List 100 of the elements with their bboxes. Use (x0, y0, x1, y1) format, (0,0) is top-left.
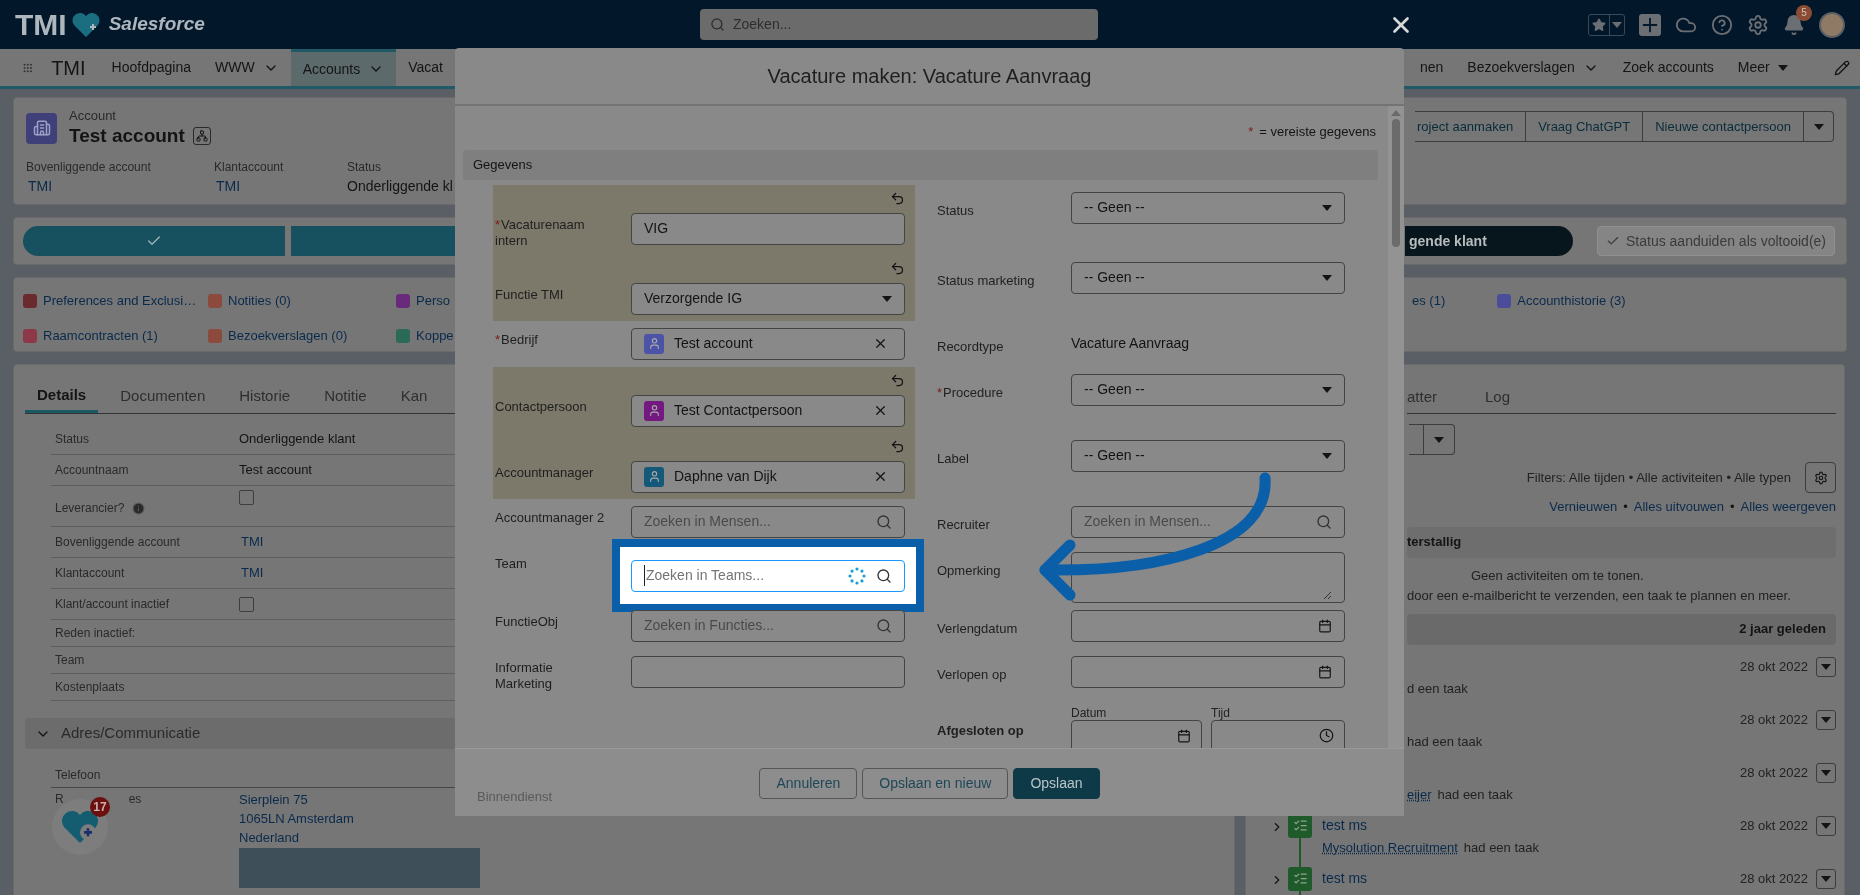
footer-button[interactable]: Opslaan (1013, 768, 1100, 799)
select-field[interactable]: -- Geen -- (1071, 373, 1345, 406)
action-button[interactable]: Nieuwe contactpersoon (1643, 111, 1804, 142)
action-link[interactable]: Alles weergeven (1740, 497, 1836, 517)
search-field[interactable]: Zoeken in Mensen... (631, 505, 905, 538)
person-link[interactable]: Mysolution Recruitment (1322, 837, 1458, 857)
nav-tab[interactable]: WWW (203, 49, 291, 86)
select-field[interactable]: Verzorgende IG (631, 282, 905, 315)
undo-icon[interactable] (890, 438, 905, 454)
empty-message: door een e-mailbericht te verzenden, een taak te plannen en meer. (1407, 586, 1792, 605)
tab[interactable]: Historie (227, 380, 303, 413)
field-link[interactable]: TMI (26, 176, 214, 197)
more-actions-button[interactable] (1804, 111, 1834, 142)
input-field[interactable]: VIG (631, 212, 905, 245)
undo-icon[interactable] (890, 372, 905, 388)
address-link[interactable]: Nederland (239, 828, 480, 847)
help-icon[interactable] (1711, 13, 1733, 36)
footer-button[interactable]: Opslaan en nieuw (862, 768, 1009, 799)
lookup-field[interactable]: Test account (631, 327, 905, 360)
nav-tab[interactable]: nen (1408, 49, 1456, 86)
hierarchy-icon[interactable] (192, 127, 211, 146)
nav-tab[interactable]: Meer (1725, 49, 1800, 86)
person-link[interactable]: eijer (1407, 784, 1432, 804)
related-list-link[interactable]: Bezoekverslagen (0) (228, 325, 348, 346)
field-link[interactable]: TMI (214, 176, 347, 197)
related-list-link[interactable]: Accounthistorie (3) (1517, 291, 1626, 311)
date-field[interactable] (1071, 655, 1345, 688)
task-link[interactable]: test ms (1322, 868, 1368, 889)
lookup-field[interactable]: Daphne van Dijk (631, 460, 905, 493)
nav-tab[interactable]: Hoofdpagina (99, 49, 203, 86)
select-field[interactable]: -- Geen -- (1071, 261, 1345, 294)
mark-complete-button[interactable]: Status aanduiden als voltooid(e) (1597, 226, 1835, 256)
checkbox[interactable] (239, 490, 254, 505)
checkbox[interactable] (239, 596, 254, 612)
search-field[interactable]: Zoeken in Functies... (631, 609, 905, 642)
nav-tab[interactable]: Zoek accounts (1610, 49, 1726, 86)
related-list-link[interactable]: es (1) (1412, 291, 1446, 311)
address-link[interactable]: 1065LN Amsterdam (239, 809, 480, 828)
clear-icon[interactable] (873, 403, 888, 418)
current-stage-button[interactable]: gende klant (1405, 226, 1573, 256)
record-title: Test account (69, 124, 185, 148)
heart-plus-icon (60, 809, 100, 845)
favorites-button[interactable] (1588, 13, 1625, 36)
related-list-link[interactable]: Koppe (416, 325, 454, 346)
footer-button[interactable]: Annuleren (759, 768, 858, 799)
add-icon[interactable] (1639, 13, 1661, 36)
undo-icon[interactable] (890, 260, 905, 276)
settings-icon (1813, 470, 1828, 485)
action-link[interactable]: Alles uitvouwen (1633, 497, 1725, 517)
search-field[interactable]: Zoeken... (700, 9, 1098, 40)
item-menu-button[interactable] (1816, 656, 1836, 677)
search-field[interactable]: Zoeken in Teams... (631, 559, 905, 592)
related-list-link[interactable]: Raamcontracten (1) (43, 325, 158, 346)
scrollbar-thumb[interactable] (1392, 119, 1400, 247)
caret-icon (1821, 769, 1831, 776)
action-button[interactable]: roject aanmaken (1415, 111, 1527, 142)
related-list-link[interactable]: Notities (0) (228, 291, 291, 311)
action-link[interactable]: Vernieuwen (1549, 497, 1618, 517)
tab[interactable]: Documenten (108, 380, 218, 413)
task-link[interactable]: test ms (1322, 815, 1368, 836)
star-icon (1592, 17, 1606, 32)
edit-icon[interactable] (1834, 59, 1850, 76)
date-field[interactable] (1071, 609, 1345, 642)
search-field[interactable]: Zoeken in Mensen... (1071, 505, 1345, 538)
caret-icon (1821, 716, 1831, 723)
clear-icon[interactable] (873, 336, 888, 351)
textarea-field[interactable] (1071, 551, 1345, 603)
item-menu-button[interactable] (1816, 762, 1836, 783)
nav-tab[interactable]: Bezoekverslagen (1455, 49, 1611, 86)
tab[interactable]: Notitie (312, 380, 379, 413)
field-link[interactable]: TMI (239, 563, 264, 583)
action-button[interactable]: Vraag ChatGPT (1526, 111, 1644, 142)
field-label: *Vacaturenaam intern (495, 216, 586, 249)
field-label: Status (347, 159, 383, 176)
tab[interactable]: Kan (388, 380, 440, 413)
undo-icon[interactable] (890, 190, 905, 206)
tab[interactable]: Log (1473, 382, 1523, 413)
empty-message: Geen activiteiten om te tonen. (1471, 566, 1645, 585)
settings-button[interactable] (1805, 462, 1836, 493)
clear-icon[interactable] (873, 469, 888, 484)
related-list-link[interactable]: Preferences and Exclusi… (43, 291, 197, 311)
filter-dropdown[interactable] (1409, 424, 1455, 455)
field-link[interactable]: TMI (239, 532, 264, 552)
tab[interactable]: atter (1407, 382, 1449, 413)
settings-icon[interactable] (1747, 13, 1769, 36)
item-menu-button[interactable] (1816, 709, 1836, 730)
caret-icon (1322, 452, 1332, 459)
nav-tab[interactable]: Accounts (290, 49, 397, 86)
field-label: Accountmanager (495, 464, 595, 481)
sub-label: Tijd (1211, 705, 1231, 720)
related-list-link[interactable]: Perso (416, 291, 450, 311)
input-field[interactable] (631, 655, 905, 688)
avatar[interactable] (1819, 11, 1845, 38)
item-menu-button[interactable] (1816, 868, 1836, 889)
select-field[interactable]: -- Geen -- (1071, 191, 1345, 224)
nav-tab[interactable]: Vacat (396, 49, 455, 86)
lookup-field[interactable]: Test Contactpersoon (631, 394, 905, 427)
tab[interactable]: Details (25, 380, 99, 413)
item-menu-button[interactable] (1816, 815, 1836, 836)
select-field[interactable]: -- Geen -- (1071, 439, 1345, 472)
